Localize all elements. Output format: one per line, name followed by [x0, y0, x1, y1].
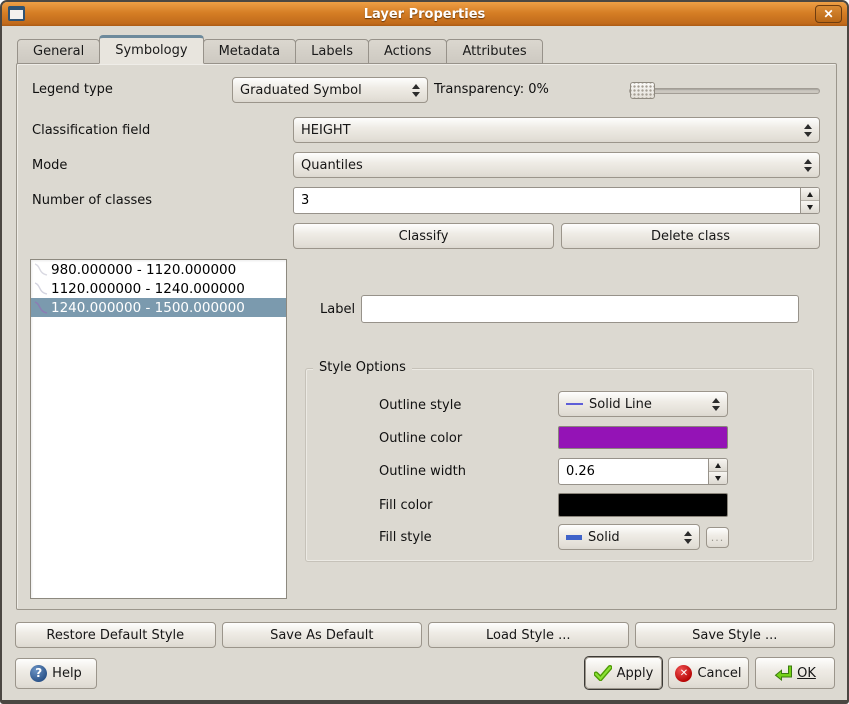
spin-up-button[interactable] — [801, 188, 819, 201]
class-list: 980.000000 - 1120.000000 1120.000000 - 1… — [30, 259, 287, 599]
fill-color-label: Fill color — [379, 498, 433, 513]
fill-style-value: Solid — [566, 530, 680, 545]
save-style-button[interactable]: Save Style ... — [635, 622, 836, 648]
down-arrow-icon — [715, 476, 721, 481]
window-icon — [8, 6, 25, 21]
line-symbol-icon — [33, 261, 49, 278]
outline-style-select[interactable]: Solid Line — [558, 391, 728, 417]
tab-general[interactable]: General — [17, 39, 100, 64]
tab-attributes[interactable]: Attributes — [446, 39, 542, 64]
up-arrow-icon — [715, 463, 721, 468]
classification-field-value: HEIGHT — [301, 123, 800, 138]
class-range-label: 1120.000000 - 1240.000000 — [51, 281, 245, 297]
tab-labels[interactable]: Labels — [295, 39, 369, 64]
combo-arrows-icon — [712, 398, 720, 411]
spin-down-button[interactable] — [709, 472, 727, 484]
titlebar[interactable]: Layer Properties ✕ — [2, 2, 847, 26]
apply-button-label: Apply — [617, 666, 654, 681]
window-title: Layer Properties — [2, 7, 847, 22]
load-style-button[interactable]: Load Style ... — [428, 622, 629, 648]
cancel-button-label: Cancel — [697, 666, 741, 681]
save-as-default-button[interactable]: Save As Default — [222, 622, 423, 648]
spin-up-button[interactable] — [709, 459, 727, 472]
tab-actions[interactable]: Actions — [368, 39, 448, 64]
mode-select[interactable]: Quantiles — [293, 152, 820, 178]
ok-button-label: OK — [797, 666, 816, 681]
class-range-label: 980.000000 - 1120.000000 — [51, 262, 236, 278]
combo-arrows-icon — [412, 84, 420, 97]
label-field-label: Label — [320, 302, 355, 317]
spin-buttons — [708, 459, 727, 484]
spin-buttons — [800, 188, 819, 213]
legend-type-select[interactable]: Graduated Symbol — [232, 77, 428, 103]
cancel-button[interactable]: ✕ Cancel — [668, 657, 749, 689]
outline-color-button[interactable] — [558, 426, 728, 449]
ellipsis-icon: ... — [711, 533, 725, 543]
transparency-slider-handle[interactable] — [630, 82, 655, 99]
delete-class-button[interactable]: Delete class — [561, 223, 820, 249]
layer-properties-dialog: Layer Properties ✕ General Symbology Met… — [0, 0, 849, 704]
fill-color-button[interactable] — [558, 493, 728, 517]
number-of-classes-input[interactable] — [294, 188, 800, 213]
line-symbol-icon — [33, 299, 49, 316]
solid-line-icon — [566, 403, 583, 405]
close-icon: ✕ — [823, 7, 833, 21]
legend-type-value: Graduated Symbol — [240, 83, 408, 98]
checkmark-icon — [594, 665, 612, 681]
fill-style-select[interactable]: Solid — [558, 524, 700, 550]
class-range-label: 1240.000000 - 1500.000000 — [51, 300, 245, 316]
tab-symbology[interactable]: Symbology — [99, 35, 203, 64]
number-of-classes-spinbox — [293, 187, 820, 214]
line-symbol-icon — [33, 280, 49, 297]
restore-default-style-button[interactable]: Restore Default Style — [15, 622, 216, 648]
outline-style-text: Solid Line — [589, 397, 652, 412]
legend-type-label: Legend type — [32, 82, 113, 97]
mode-label: Mode — [32, 158, 67, 173]
outline-width-spinbox — [558, 458, 728, 485]
fill-style-text: Solid — [588, 530, 620, 545]
help-icon: ? — [30, 665, 47, 682]
close-button[interactable]: ✕ — [815, 5, 842, 23]
class-list-item[interactable]: 980.000000 - 1120.000000 — [31, 260, 286, 279]
fill-style-more-button[interactable]: ... — [706, 527, 729, 548]
style-options-title: Style Options — [313, 360, 412, 375]
tab-metadata[interactable]: Metadata — [203, 39, 297, 64]
class-list-item[interactable]: 1120.000000 - 1240.000000 — [31, 279, 286, 298]
combo-arrows-icon — [684, 531, 692, 544]
outline-width-input[interactable] — [559, 459, 708, 484]
number-of-classes-label: Number of classes — [32, 193, 152, 208]
apply-button[interactable]: Apply — [585, 657, 662, 689]
classification-field-label: Classification field — [32, 123, 150, 138]
label-input[interactable] — [361, 295, 799, 323]
classify-button[interactable]: Classify — [293, 223, 554, 249]
down-arrow-icon — [807, 205, 813, 210]
class-list-item-selected[interactable]: 1240.000000 - 1500.000000 — [31, 298, 286, 317]
mode-value: Quantiles — [301, 158, 800, 173]
transparency-label: Transparency: 0% — [434, 82, 549, 97]
outline-style-label: Outline style — [379, 398, 461, 413]
fill-style-label: Fill style — [379, 530, 432, 545]
solid-fill-icon — [566, 535, 582, 540]
tab-bar: General Symbology Metadata Labels Action… — [18, 35, 543, 64]
style-buttons-row: Restore Default Style Save As Default Lo… — [15, 622, 835, 648]
help-button-label: Help — [52, 666, 82, 681]
help-button[interactable]: ? Help — [15, 658, 97, 689]
outline-color-label: Outline color — [379, 431, 462, 446]
ok-button[interactable]: OK — [755, 657, 835, 689]
up-arrow-icon — [807, 192, 813, 197]
cancel-icon: ✕ — [675, 665, 692, 682]
outline-style-value: Solid Line — [566, 397, 708, 412]
classification-field-select[interactable]: HEIGHT — [293, 117, 820, 143]
spin-down-button[interactable] — [801, 201, 819, 213]
outline-width-label: Outline width — [379, 464, 466, 479]
combo-arrows-icon — [804, 124, 812, 137]
enter-arrow-icon — [774, 665, 792, 681]
transparency-slider-track[interactable] — [629, 88, 820, 94]
combo-arrows-icon — [804, 159, 812, 172]
